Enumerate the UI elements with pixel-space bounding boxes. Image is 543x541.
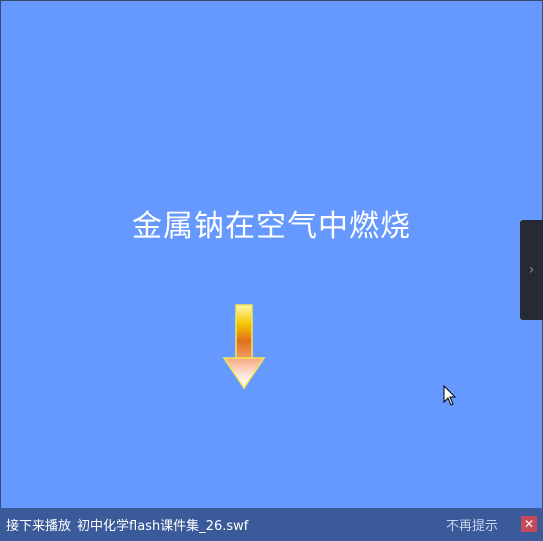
slide-title: 金属钠在空气中燃烧 [132,209,411,244]
mouse-pointer-icon [443,385,457,406]
dismiss-reminder-button[interactable]: 不再提示 [446,515,498,534]
next-play-label: 接下来播放 [6,519,72,534]
side-panel-toggle[interactable]: › [520,220,543,320]
flash-stage: 金属钠在空气中燃烧 [0,0,543,541]
close-icon[interactable]: ✕ [521,516,537,532]
chevron-right-icon: › [528,262,535,278]
next-play-bar: 接下来播放 初中化学flash课件集_26.swf 不再提示 ✕ [0,508,543,541]
down-arrow-icon[interactable] [222,304,266,390]
next-file-link[interactable]: 初中化学flash课件集_26.swf [77,515,248,534]
